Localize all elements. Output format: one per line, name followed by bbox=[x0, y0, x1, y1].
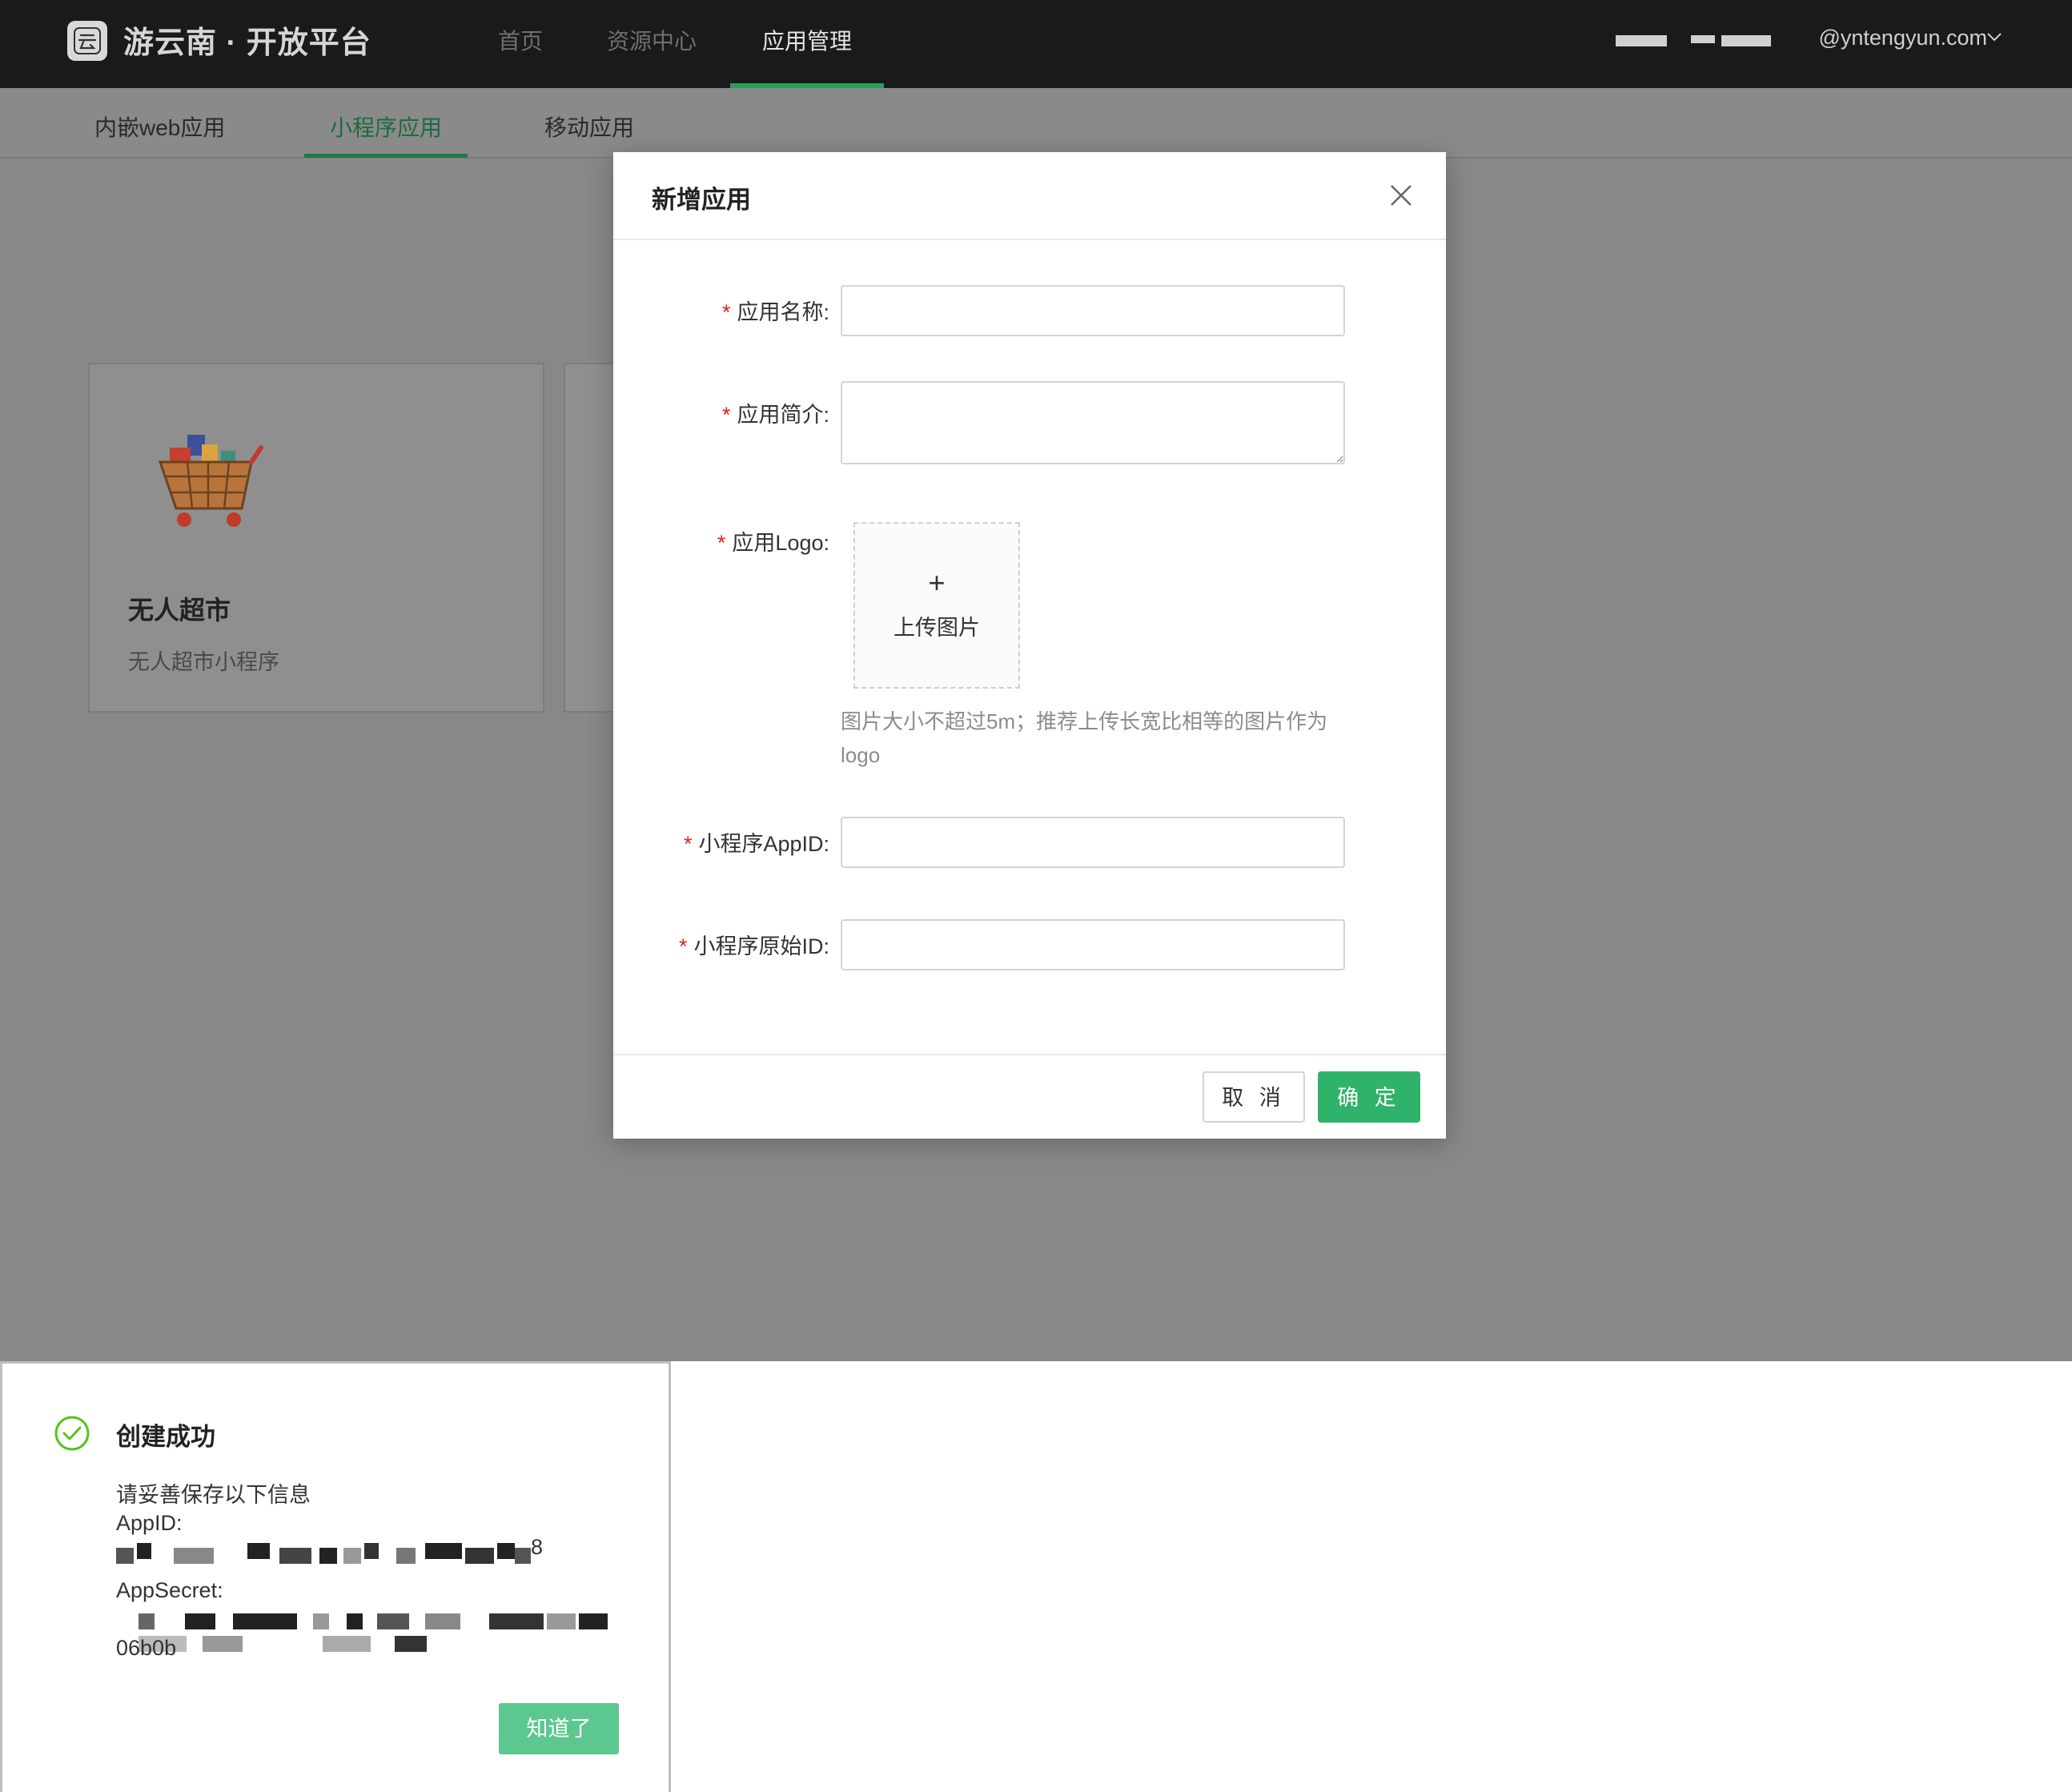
dialog-title: 新增应用 bbox=[652, 186, 751, 214]
cancel-button[interactable]: 取 消 bbox=[1203, 1071, 1305, 1123]
raw-id-input[interactable] bbox=[841, 919, 1345, 970]
appsecret-value-head: 06b0b bbox=[116, 1636, 177, 1660]
add-app-dialog: 新增应用 * 应用名称: * 应用简介: * 应用Logo: + 上传图片 图片大小不… bbox=[613, 152, 1446, 1139]
upload-hint: 图片大小不超过5m；推荐上传长宽比相等的图片作为logo bbox=[841, 709, 1328, 767]
app-logo-label: * 应用Logo: bbox=[717, 531, 829, 555]
notification-message: 请妥善保存以下信息 bbox=[116, 1483, 311, 1507]
shopping-cart-icon bbox=[158, 435, 263, 527]
success-notification: 创建成功 请妥善保存以下信息 AppID: 8 AppSecret: 06b0b… bbox=[0, 1361, 671, 1792]
upload-image-label: 上传图片 bbox=[893, 616, 980, 640]
tab-embedded-web[interactable]: 内嵌web应用 bbox=[94, 110, 225, 143]
chevron-down-icon[interactable] bbox=[1987, 32, 2002, 42]
app-intro-textarea[interactable] bbox=[841, 381, 1345, 464]
redacted-username-part bbox=[1691, 35, 1715, 43]
tab-mini-program[interactable]: 小程序应用 bbox=[330, 110, 442, 143]
upload-image-button[interactable]: + 上传图片 bbox=[853, 522, 1020, 689]
tab-mobile[interactable]: 移动应用 bbox=[544, 110, 634, 143]
nav-home[interactable]: 首页 bbox=[498, 24, 543, 56]
appid-value-tail: 8 bbox=[531, 1535, 544, 1559]
nav-app-management[interactable]: 应用管理 bbox=[762, 24, 852, 56]
redacted-username-part bbox=[1616, 35, 1667, 46]
appid-label: * 小程序AppID: bbox=[683, 832, 829, 856]
brand-title[interactable]: 游云南 · 开放平台 bbox=[123, 18, 371, 62]
app-card[interactable]: 无人超市 无人超市小程序 bbox=[88, 363, 544, 713]
app-intro-label: * 应用简介: bbox=[721, 403, 829, 427]
app-card-title: 无人超市 bbox=[128, 596, 231, 625]
appsecret-caption: AppSecret: bbox=[116, 1578, 223, 1602]
app-type-tabs: 内嵌web应用 小程序应用 移动应用 bbox=[0, 88, 2072, 159]
app-name-label: * 应用名称: bbox=[721, 300, 829, 324]
dialog-footer-divider bbox=[613, 1054, 1446, 1055]
got-it-button[interactable]: 知道了 bbox=[499, 1703, 619, 1754]
close-icon[interactable] bbox=[1387, 181, 1415, 210]
appid-caption: AppID: bbox=[116, 1511, 183, 1535]
appid-input[interactable] bbox=[841, 817, 1345, 868]
top-navigation-bar: 游云南 · 开放平台 首页 资源中心 应用管理 @yntengyun.com bbox=[0, 0, 2072, 88]
confirm-button[interactable]: 确 定 bbox=[1318, 1071, 1420, 1123]
dialog-header: 新增应用 bbox=[613, 152, 1446, 240]
app-card-subtitle: 无人超市小程序 bbox=[128, 650, 279, 674]
nav-resource-center[interactable]: 资源中心 bbox=[607, 24, 697, 56]
redacted-username-part bbox=[1721, 35, 1771, 46]
user-email[interactable]: @yntengyun.com bbox=[1818, 26, 1987, 50]
raw-id-label: * 小程序原始ID: bbox=[678, 934, 829, 958]
plus-icon: + bbox=[928, 566, 946, 599]
tab-active-indicator bbox=[304, 154, 468, 158]
platform-logo-icon[interactable] bbox=[67, 21, 107, 61]
notification-title: 创建成功 bbox=[116, 1423, 215, 1451]
success-check-icon bbox=[54, 1416, 90, 1451]
app-name-input[interactable] bbox=[841, 285, 1345, 336]
